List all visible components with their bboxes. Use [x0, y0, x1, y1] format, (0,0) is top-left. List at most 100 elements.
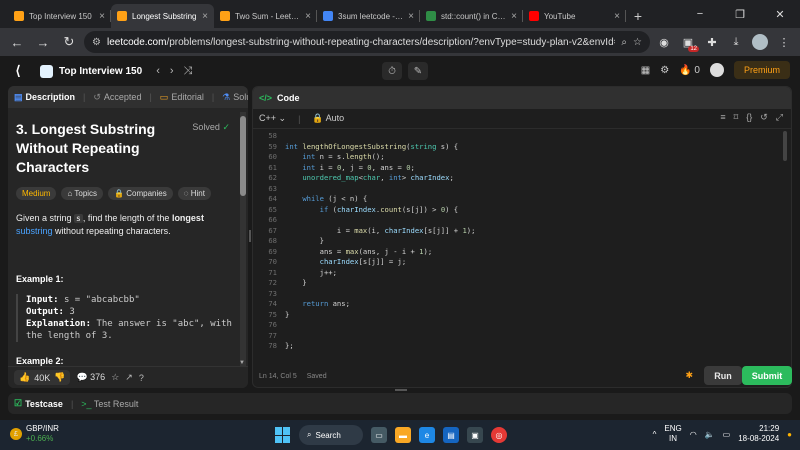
- companies-chip[interactable]: 🔒 Companies: [108, 187, 173, 200]
- language-select[interactable]: C++ ⌄: [259, 113, 286, 124]
- comments-button[interactable]: 💬 376: [76, 372, 105, 383]
- help-icon[interactable]: ?: [139, 373, 144, 383]
- settings-icon[interactable]: ⚙: [660, 65, 669, 76]
- code-line[interactable]: 77: [253, 331, 791, 342]
- like-button[interactable]: 👍 40K 👎: [14, 370, 71, 385]
- close-window-button[interactable]: ✕: [760, 0, 800, 28]
- problem-title[interactable]: 3. Longest Substring Without Repeating C…: [16, 120, 176, 177]
- fullscreen-icon[interactable]: ⤢: [776, 112, 783, 123]
- code-line[interactable]: 76: [253, 320, 791, 331]
- code-line[interactable]: 65 if (charIndex.count(s[j]) > 0) {: [253, 205, 791, 216]
- code-line[interactable]: 78};: [253, 341, 791, 352]
- back-icon[interactable]: ←: [6, 31, 28, 53]
- bookmark-star-icon[interactable]: ☆: [633, 37, 642, 48]
- star-icon[interactable]: ☆: [111, 372, 119, 383]
- code-line[interactable]: 71 j++;: [253, 268, 791, 279]
- streak-counter[interactable]: 🔥 0: [679, 65, 700, 76]
- code-line[interactable]: 67 i = max(i, charIndex[s[j]] + 1);: [253, 226, 791, 237]
- tab-editorial[interactable]: ▭ Editorial: [160, 92, 204, 103]
- scroll-thumb[interactable]: [240, 116, 246, 196]
- horizontal-splitter[interactable]: [395, 389, 407, 391]
- close-tab-icon[interactable]: ×: [511, 11, 517, 22]
- hint-chip[interactable]: ◌ Hint: [177, 187, 211, 200]
- taskbar-search[interactable]: ⌕ Search: [299, 425, 363, 445]
- study-plan-link[interactable]: Top Interview 150: [40, 64, 142, 78]
- store-icon[interactable]: ▤: [443, 427, 459, 443]
- edge-icon[interactable]: e: [419, 427, 435, 443]
- share-icon[interactable]: ↗: [125, 372, 133, 383]
- close-tab-icon[interactable]: ×: [202, 11, 208, 22]
- tab-test-result[interactable]: >_ Test Result: [81, 399, 138, 409]
- forward-icon[interactable]: →: [32, 31, 54, 53]
- close-tab-icon[interactable]: ×: [614, 11, 620, 22]
- tab-solution[interactable]: ⚗Solution: [222, 92, 248, 103]
- reload-icon[interactable]: ↻: [58, 31, 80, 53]
- browser-menu-icon[interactable]: ⋮: [774, 32, 794, 52]
- close-tab-icon[interactable]: ×: [408, 11, 414, 22]
- debug-icon[interactable]: ✱: [685, 370, 693, 381]
- site-info-icon[interactable]: ⚙: [92, 37, 101, 48]
- chrome-icon[interactable]: ◎: [491, 427, 507, 443]
- tab-accepted[interactable]: ↺ Accepted: [93, 92, 141, 103]
- code-line[interactable]: 72 }: [253, 278, 791, 289]
- substring-link[interactable]: substring: [16, 226, 53, 236]
- minimize-button[interactable]: −: [680, 0, 720, 28]
- stock-widget[interactable]: £ GBP/INR +0.66%: [10, 424, 59, 444]
- task-view-icon[interactable]: ▭: [371, 427, 387, 443]
- description-scrollbar[interactable]: [240, 112, 246, 368]
- code-line[interactable]: 74 return ans;: [253, 299, 791, 310]
- timer-icon[interactable]: ⏱: [382, 62, 402, 80]
- code-line[interactable]: 69 ans = max(ans, j - i + 1);: [253, 247, 791, 258]
- code-line[interactable]: 58: [253, 131, 791, 142]
- bookmark-icon[interactable]: ⌑: [734, 112, 739, 123]
- browser-tab[interactable]: Longest Substring ×: [111, 4, 214, 28]
- profile-avatar[interactable]: [750, 32, 770, 52]
- browser-tab[interactable]: Two Sum - LeetCo ×: [214, 4, 317, 28]
- windows-start-icon[interactable]: [275, 427, 291, 443]
- battery-icon[interactable]: ▭: [723, 430, 731, 439]
- layout-icon[interactable]: ▦: [641, 65, 650, 76]
- braces-icon[interactable]: {}: [746, 112, 752, 123]
- code-line[interactable]: 63: [253, 184, 791, 195]
- submit-button[interactable]: Submit: [742, 366, 792, 385]
- editor-scrollbar[interactable]: [783, 131, 787, 161]
- vertical-splitter[interactable]: [249, 230, 251, 242]
- file-explorer-icon[interactable]: ▬: [395, 427, 411, 443]
- tab-description[interactable]: ▤ Description: [14, 92, 75, 103]
- code-line[interactable]: 61 int i = 0, j = 0, ans = 0;: [253, 163, 791, 174]
- code-line[interactable]: 68 }: [253, 236, 791, 247]
- volume-icon[interactable]: 🔈: [705, 430, 715, 439]
- close-tab-icon[interactable]: ×: [99, 11, 105, 22]
- tab-testcase[interactable]: ☑ Testcase: [14, 398, 63, 409]
- wifi-icon[interactable]: ◠: [690, 430, 697, 439]
- new-tab-button[interactable]: +: [626, 4, 650, 28]
- browser-tab[interactable]: YouTube ×: [523, 4, 626, 28]
- topics-chip[interactable]: ⌂ Topics: [61, 187, 104, 200]
- notes-icon[interactable]: ✎: [408, 62, 428, 80]
- browser-tab[interactable]: 3sum leetcode - G ×: [317, 4, 420, 28]
- code-editor[interactable]: 58 59 int lengthOfLongestSubstring(string …: [253, 129, 791, 367]
- leetcode-logo-icon[interactable]: ⟨: [10, 63, 26, 79]
- code-line[interactable]: 64 while (j < n) {: [253, 194, 791, 205]
- code-line[interactable]: 62 unordered_map<char, int> charIndex;: [253, 173, 791, 184]
- clock[interactable]: 21:29 18-08-2024: [738, 424, 779, 444]
- code-line[interactable]: 66: [253, 215, 791, 226]
- tray-chevron-icon[interactable]: ^: [653, 430, 657, 439]
- code-line[interactable]: 60 int n = s.length();: [253, 152, 791, 163]
- incognito-extension-icon[interactable]: ◉: [654, 32, 674, 52]
- notification-icon[interactable]: ●: [787, 430, 792, 439]
- maximize-button[interactable]: ❐: [720, 0, 760, 28]
- puzzle-extensions-icon[interactable]: ✚: [702, 32, 722, 52]
- code-line[interactable]: 70 charIndex[s[j]] = j;: [253, 257, 791, 268]
- next-problem-icon[interactable]: ›: [170, 65, 174, 78]
- code-line[interactable]: 75}: [253, 310, 791, 321]
- premium-button[interactable]: Premium: [733, 61, 790, 79]
- extension-icon[interactable]: ▣ 12: [678, 32, 699, 52]
- browser-tab[interactable]: std::count() in C++ ×: [420, 4, 523, 28]
- app-icon[interactable]: ▣: [467, 427, 483, 443]
- language-indicator[interactable]: ENG IN: [664, 424, 681, 444]
- user-avatar[interactable]: [709, 63, 724, 77]
- run-button[interactable]: Run: [704, 366, 742, 385]
- close-tab-icon[interactable]: ×: [305, 11, 311, 22]
- autosave-indicator[interactable]: 🔒 Auto: [312, 113, 344, 124]
